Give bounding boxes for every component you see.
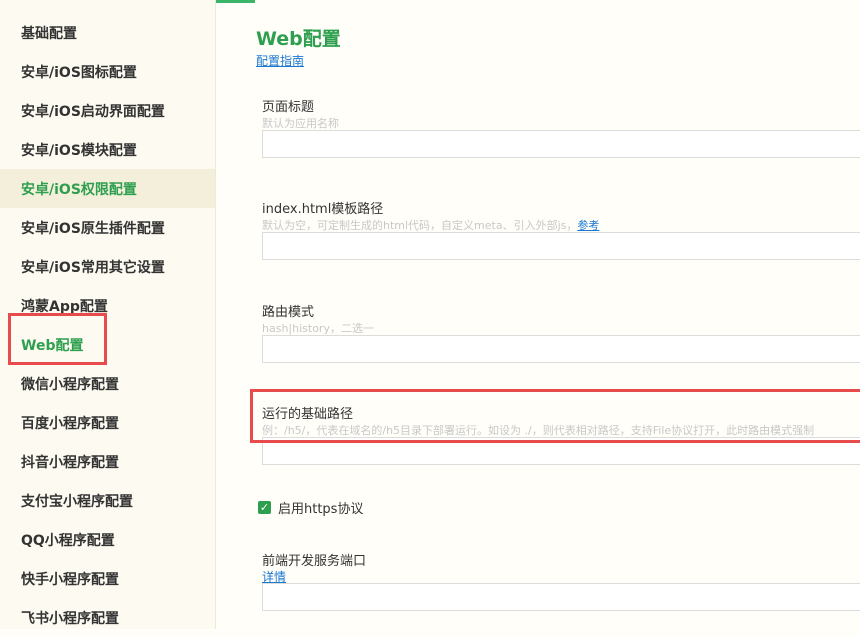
template-path-label: index.html模板路径 bbox=[262, 202, 384, 217]
page-title-input[interactable] bbox=[262, 130, 860, 158]
sidebar-item-weixin[interactable]: 微信小程序配置 bbox=[0, 364, 215, 403]
sidebar-item-kuaishou[interactable]: 快手小程序配置 bbox=[0, 559, 215, 598]
sidebar-item-native-plugins[interactable]: 安卓/iOS原生插件配置 bbox=[0, 208, 215, 247]
router-mode-label: 路由模式 bbox=[262, 305, 315, 320]
page-title: Web配置 bbox=[256, 28, 341, 50]
sidebar-item-feishu[interactable]: 飞书小程序配置 bbox=[0, 598, 215, 637]
sidebar-item-baidu[interactable]: 百度小程序配置 bbox=[0, 403, 215, 442]
https-option[interactable]: ✓ 启用https协议 bbox=[258, 498, 363, 517]
sidebar-item-douyin[interactable]: 抖音小程序配置 bbox=[0, 442, 215, 481]
dev-port-label: 前端开发服务端口 bbox=[262, 554, 367, 569]
template-path-hint-text: 默认为空，可定制生成的html代码，自定义meta、引入外部js， bbox=[262, 219, 578, 232]
sidebar-item-other-settings[interactable]: 安卓/iOS常用其它设置 bbox=[0, 247, 215, 286]
https-checkbox[interactable]: ✓ bbox=[258, 501, 271, 514]
sidebar-item-alipay[interactable]: 支付宝小程序配置 bbox=[0, 481, 215, 520]
page-title-label: 页面标题 bbox=[262, 100, 315, 115]
sidebar-item-app-icons[interactable]: 安卓/iOS图标配置 bbox=[0, 52, 215, 91]
router-mode-hint: hash|history，二选一 bbox=[262, 322, 374, 335]
https-label: 启用https协议 bbox=[278, 502, 364, 517]
router-mode-input[interactable] bbox=[262, 335, 860, 363]
template-path-input[interactable] bbox=[262, 232, 860, 260]
sidebar-item-modules[interactable]: 安卓/iOS模块配置 bbox=[0, 130, 215, 169]
template-path-hint: 默认为空，可定制生成的html代码，自定义meta、引入外部js，参考 bbox=[262, 217, 599, 233]
sidebar-item-splash[interactable]: 安卓/iOS启动界面配置 bbox=[0, 91, 215, 130]
main-panel: Web配置 配置指南 页面标题 默认为应用名称 index.html模板路径 默… bbox=[216, 0, 860, 629]
highlight-box-base-path bbox=[250, 389, 860, 443]
dev-port-input[interactable] bbox=[262, 583, 860, 611]
sidebar-item-permissions[interactable]: 安卓/iOS权限配置 bbox=[0, 169, 215, 208]
page-title-hint: 默认为应用名称 bbox=[262, 117, 339, 130]
highlight-box-web-config bbox=[8, 313, 107, 365]
template-reference-link[interactable]: 参考 bbox=[577, 219, 599, 232]
sidebar-item-basic[interactable]: 基础配置 bbox=[0, 13, 215, 52]
config-guide-link[interactable]: 配置指南 bbox=[256, 52, 304, 69]
sidebar-item-qq[interactable]: QQ小程序配置 bbox=[0, 520, 215, 559]
